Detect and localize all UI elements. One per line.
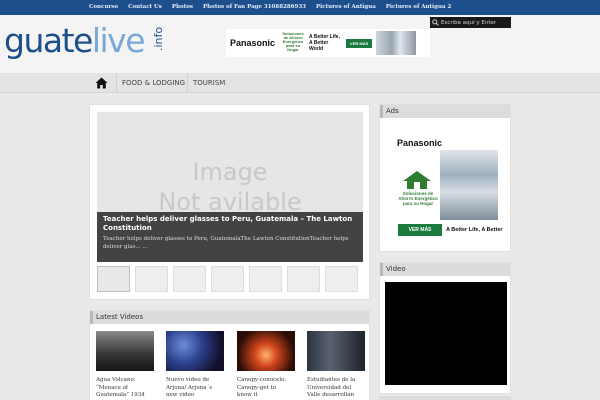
search-input[interactable] — [441, 19, 509, 26]
nav-item-tourism[interactable]: TOURISM — [187, 73, 230, 93]
search-box — [430, 17, 511, 28]
ad-green-text: Soluciones de Ahorro Energético para su … — [398, 191, 438, 206]
video-thumbnail[interactable] — [237, 331, 295, 371]
banner-green-text: Soluciones de Ahorro Energético para su … — [282, 31, 304, 52]
banner-brand: Panasonic — [230, 38, 276, 48]
house-icon — [403, 171, 431, 189]
featured-slider: Image Not avilable Teacher helps deliver… — [89, 104, 370, 300]
ad-cta-button[interactable]: VER MÁS — [398, 224, 442, 236]
top-nav-contact[interactable]: Contact Us — [123, 0, 167, 15]
latest-videos-title: Latest Videos — [90, 311, 369, 324]
logo-guate: guate — [4, 21, 93, 60]
video-item[interactable]: Agua Volcano: “Menace of Guatemala” 1934 — [96, 331, 156, 400]
banner-appliances-image — [376, 31, 417, 55]
sidebar-next-panel — [379, 396, 511, 400]
main-nav: FOOD & LODGING TOURISM — [0, 73, 600, 93]
placeholder-line-1: Image — [192, 158, 268, 186]
banner-cta-button[interactable]: VER MÁS — [346, 38, 373, 48]
ads-title: Ads — [380, 105, 510, 118]
top-nav-antigua-pictures-2[interactable]: Pictures of Antigua 2 — [381, 0, 457, 15]
slider-thumbnails — [97, 266, 365, 294]
slider-thumb[interactable] — [211, 266, 244, 292]
video-thumbnail[interactable] — [166, 331, 224, 371]
video-thumbnail[interactable] — [96, 331, 154, 371]
slider-thumb[interactable] — [287, 266, 320, 292]
video-player[interactable] — [385, 282, 507, 385]
site-logo[interactable]: guatelive .info — [4, 21, 165, 60]
nav-item-food-lodging[interactable]: FOOD & LODGING — [116, 73, 190, 93]
logo-live: live — [91, 21, 146, 60]
top-nav-antigua-pictures[interactable]: Pictures of Antigua — [311, 0, 381, 15]
video-title[interactable]: Estudiantes de la Universidad del Valle … — [307, 377, 359, 400]
video-item[interactable]: Estudiantes de la Universidad del Valle … — [307, 331, 367, 400]
top-nav-photos[interactable]: Photos — [167, 0, 198, 15]
ad-slogan: A Better Life, A Better — [446, 227, 503, 233]
video-title[interactable]: Nuevo video de Arjona/ Arjona´s new vide… — [166, 377, 218, 400]
video-item[interactable]: Nuevo video de Arjona/ Arjona´s new vide… — [166, 331, 226, 400]
top-nav: Concurso Contact Us Photos Photos of Fan… — [84, 0, 456, 15]
video-title[interactable]: Agua Volcano: “Menace of Guatemala” 1934 — [96, 377, 148, 400]
video-title[interactable]: Canopy-conocelo. Canopy-get to know it — [237, 377, 289, 400]
slide-title[interactable]: Teacher helps deliver glasses to Peru, G… — [103, 215, 357, 233]
ad-appliances-image — [440, 150, 498, 220]
video-item[interactable]: Canopy-conocelo. Canopy-get to know it — [237, 331, 297, 400]
image-placeholder: Image Not avilable — [97, 157, 363, 217]
logo-info: .info — [152, 26, 165, 51]
slider-thumb[interactable] — [249, 266, 282, 292]
slider-thumb[interactable] — [173, 266, 206, 292]
slide-caption: Teacher helps deliver glasses to Peru, G… — [97, 212, 363, 262]
slider-thumb[interactable] — [325, 266, 358, 292]
video-panel: Video — [379, 262, 511, 394]
slider-thumb[interactable] — [135, 266, 168, 292]
video-title-bar: Video — [380, 263, 510, 276]
slider-thumb[interactable] — [97, 266, 130, 292]
ads-panel: Ads Panasonic Soluciones de Ahorro Energ… — [379, 104, 511, 252]
home-icon[interactable] — [89, 73, 114, 93]
top-banner-ad[interactable]: Panasonic Soluciones de Ahorro Energétic… — [226, 29, 430, 57]
banner-slogan: A Better Life, A Better World — [309, 34, 340, 52]
sidebar-ad[interactable]: Panasonic Soluciones de Ahorro Energétic… — [394, 132, 503, 240]
top-nav-fan-page-photos[interactable]: Photos of Fan Page 31088286933 — [198, 0, 311, 15]
search-icon[interactable] — [430, 17, 441, 28]
video-thumbnail[interactable] — [307, 331, 365, 371]
ad-brand: Panasonic — [397, 138, 443, 148]
slide-excerpt: Teacher helps deliver glasses to Peru, G… — [103, 236, 349, 250]
top-nav-concurso[interactable]: Concurso — [84, 0, 123, 15]
latest-videos-panel: Latest Videos Agua Volcano: “Menace of G… — [89, 310, 370, 400]
